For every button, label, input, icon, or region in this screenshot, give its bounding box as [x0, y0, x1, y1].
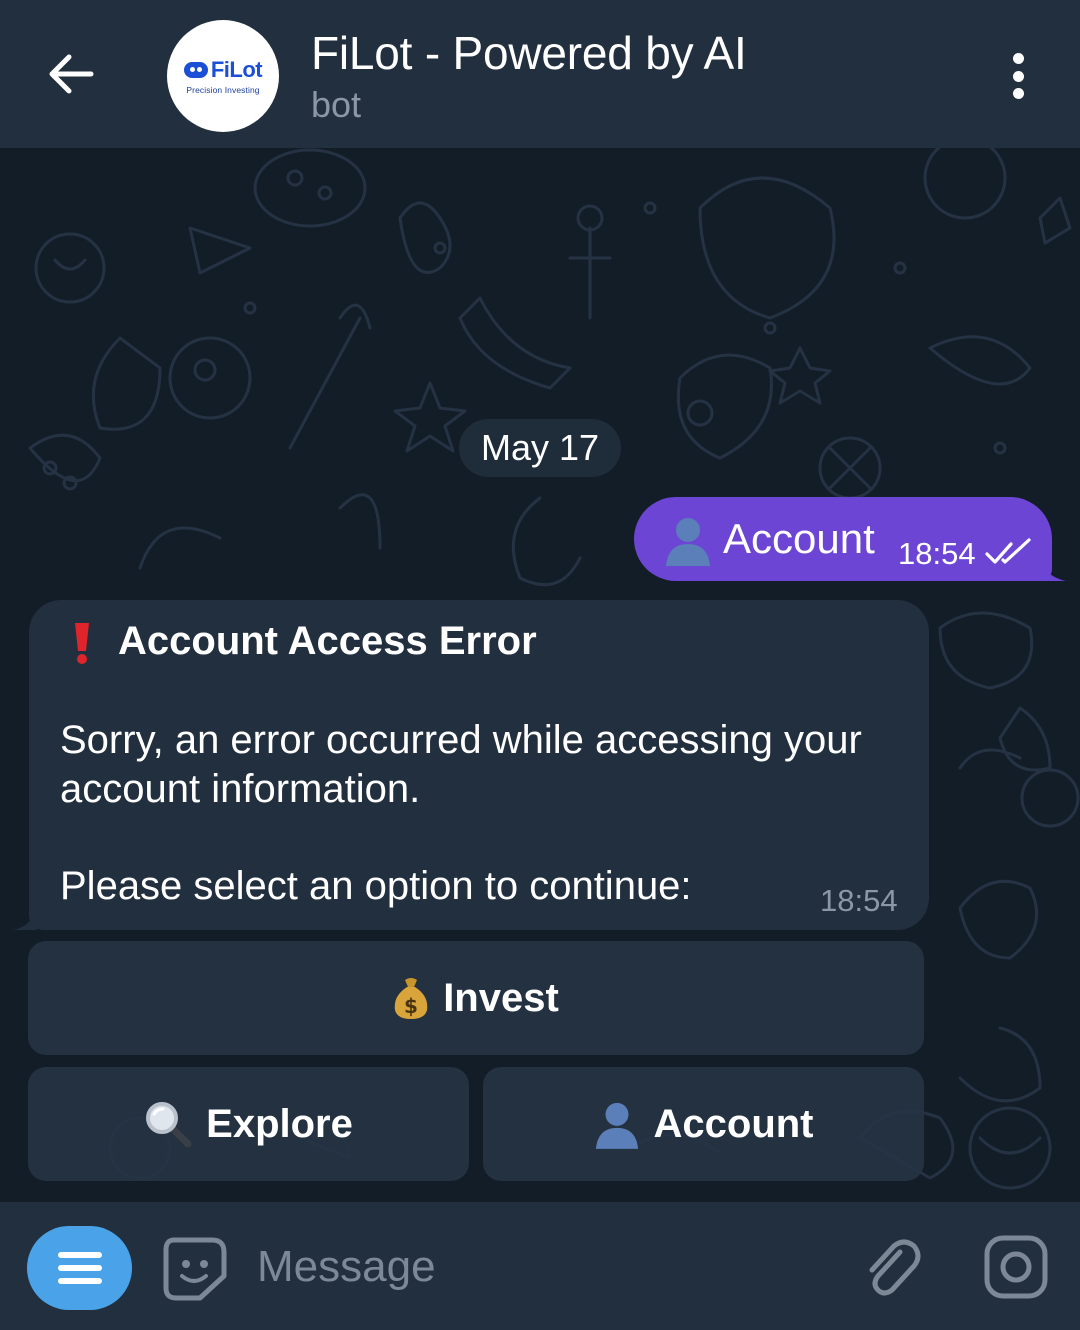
incoming-message-time: 18:54	[820, 883, 898, 918]
sticker-smile-icon[interactable]	[160, 1236, 230, 1302]
chat-header: FiLot Precision Investing FiLot - Powere…	[0, 0, 1080, 148]
invest-button[interactable]: $ Invest	[28, 941, 924, 1055]
account-button[interactable]: Account	[483, 1067, 924, 1181]
svg-text:$: $	[404, 994, 418, 1018]
bubble-tail	[1040, 559, 1066, 581]
arrow-left-icon	[49, 54, 94, 94]
error-title: Account Access Error	[118, 619, 537, 663]
dot	[1012, 53, 1024, 64]
chat-title[interactable]: FiLot - Powered by AI	[311, 26, 747, 80]
double-check-icon	[985, 538, 1031, 564]
invest-button-label: Invest	[443, 975, 559, 1020]
dot	[1012, 88, 1024, 99]
money-bag-icon: $	[394, 978, 428, 1019]
message-input[interactable]	[257, 1236, 817, 1298]
logo-tagline: Precision Investing	[186, 85, 260, 95]
outgoing-message-time: 18:54	[898, 536, 976, 571]
error-message-prompt: Please select an option to continue:	[60, 864, 692, 908]
paperclip-icon[interactable]	[860, 1234, 924, 1300]
explore-button-label: Explore	[206, 1101, 353, 1146]
bust-silhouette-icon	[666, 518, 710, 566]
error-message-body: Sorry, an error occurred while accessing…	[60, 718, 862, 811]
logo-mark-icon	[183, 62, 208, 78]
hamburger-line	[57, 1265, 102, 1271]
bot-menu-button[interactable]	[27, 1226, 132, 1310]
chat-subtitle: bot	[311, 84, 362, 125]
date-chip: May 17	[459, 419, 621, 477]
red-exclamation-icon	[75, 623, 89, 664]
account-button-label: Account	[653, 1101, 814, 1146]
logo-text: FiLot	[210, 57, 263, 82]
filot-logo: FiLot	[183, 57, 263, 83]
outgoing-message-text: Account	[723, 515, 875, 562]
hamburger-line	[57, 1278, 102, 1284]
explore-button[interactable]: Explore	[28, 1067, 469, 1181]
kebab-menu-icon[interactable]	[996, 48, 1040, 104]
dot	[1012, 70, 1024, 82]
camera-icon[interactable]	[982, 1233, 1050, 1301]
magnifier-icon	[146, 1102, 192, 1148]
bot-avatar[interactable]: FiLot Precision Investing	[167, 20, 279, 132]
bust-silhouette-icon	[595, 1102, 638, 1149]
bubble-tail	[13, 906, 37, 930]
chat-screen: FiLot Precision Investing FiLot - Powere…	[0, 0, 1080, 1330]
hamburger-line	[57, 1252, 102, 1258]
back-button[interactable]	[38, 44, 104, 104]
